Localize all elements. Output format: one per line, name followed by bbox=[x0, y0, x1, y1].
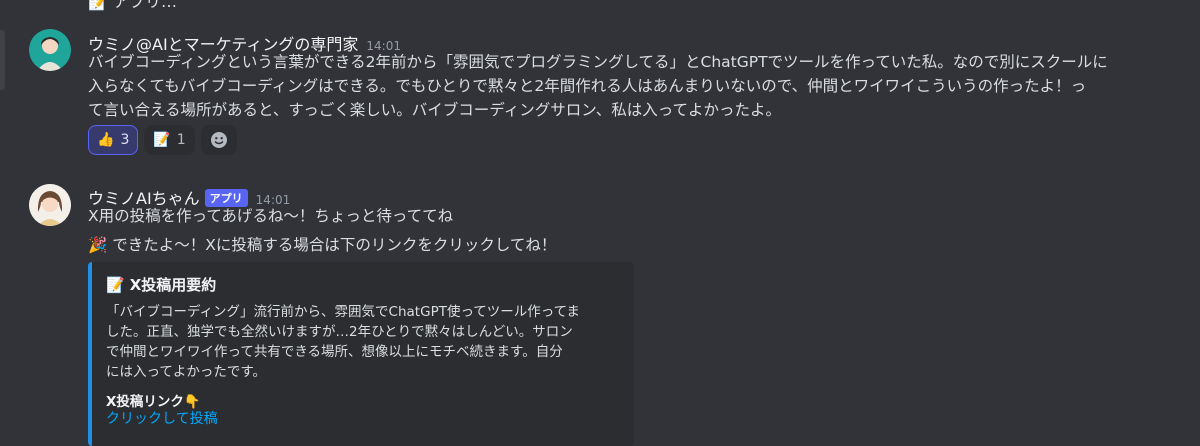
post-to-x-link[interactable]: クリックして投稿 bbox=[106, 408, 218, 428]
message-line: できたよ〜！Xに投稿する場合は下のリンクをクリックしてね！ bbox=[112, 236, 557, 254]
reaction-thumbs-up[interactable]: 👍 3 bbox=[88, 125, 139, 155]
reaction-memo[interactable]: 📝 1 bbox=[144, 125, 195, 155]
message-line: て言い合える場所があると、すっごく楽しい。バイブコーディングサロン、私は入ってよ… bbox=[88, 101, 782, 119]
embed-field-name: X投稿リンク👇 bbox=[106, 394, 201, 410]
message-line: 入らなくてもバイブコーディングはできる。でもひとりで黙々と2年間作れる人はあんま… bbox=[88, 77, 1087, 95]
message-line: X用の投稿を作ってあげるね〜！ちょっと待っててね bbox=[88, 207, 454, 225]
add-reaction-button[interactable] bbox=[200, 125, 237, 155]
embed-title: 📝 X投稿用要約 bbox=[106, 274, 216, 295]
avatar[interactable] bbox=[29, 184, 71, 226]
message-content: 🎉 できたよ〜！Xに投稿する場合は下のリンクをクリックしてね！ bbox=[88, 233, 556, 257]
memo-icon: 📝 bbox=[106, 275, 125, 294]
reaction-count: 3 bbox=[120, 132, 130, 148]
message-content: バイブコーディングという言葉ができる2年前から「雰囲気でプログラミングしてる」と… bbox=[88, 50, 1108, 122]
avatar[interactable] bbox=[29, 29, 71, 71]
thumbs-up-icon: 👍 bbox=[97, 132, 115, 148]
message-line: バイブコーディングという言葉ができる2年前から「雰囲気でプログラミングしてる」と… bbox=[88, 53, 1108, 71]
party-popper-icon: 🎉 bbox=[88, 236, 108, 254]
embed-card: 📝 X投稿用要約 「バイブコーディング」流行前から、雰囲気でChatGPT使って… bbox=[88, 262, 634, 446]
embed-line: 「バイブコーディング」流行前から、雰囲気でChatGPT使ってツール作ってま bbox=[106, 304, 580, 320]
embed-line: には入ってよかったです。 bbox=[106, 364, 266, 380]
emoji-smile-icon bbox=[210, 132, 227, 148]
embed-title-text: X投稿用要約 bbox=[129, 276, 217, 294]
memo-icon: 📝 bbox=[153, 132, 171, 148]
embed-description: 「バイブコーディング」流行前から、雰囲気でChatGPT使ってツール作ってま し… bbox=[106, 302, 616, 382]
previous-message-fragment: 📝 アプリ… bbox=[88, 0, 178, 11]
message-content: X用の投稿を作ってあげるね〜！ちょっと待っててね bbox=[88, 204, 453, 228]
embed-line: で仲間とワイワイ作って共有できる場所、想像以上にモチベ続きます。自分 bbox=[106, 344, 563, 360]
embed-line: した。正直、独学でも全然いけますが…2年ひとりで黙々はしんどい。サロン bbox=[106, 324, 573, 340]
reaction-bar: 👍 3 📝 1 bbox=[88, 125, 237, 155]
scroll-rail bbox=[0, 30, 5, 90]
reaction-count: 1 bbox=[176, 132, 186, 148]
